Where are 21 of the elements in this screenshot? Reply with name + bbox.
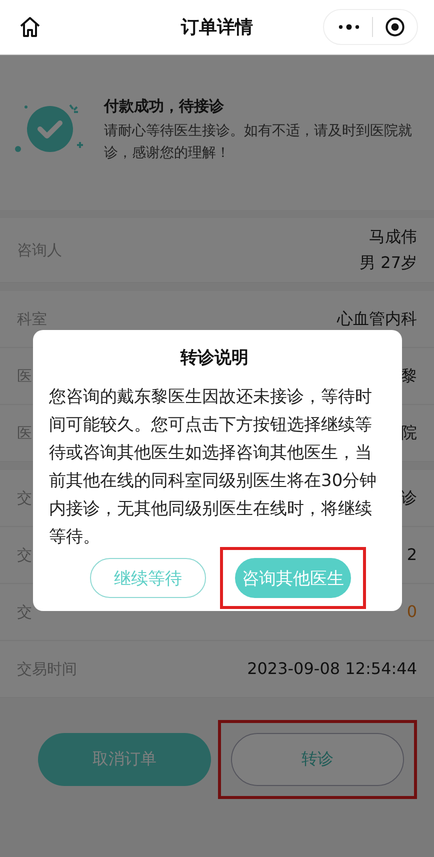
status-title: 付款成功，待接诊 — [104, 97, 225, 116]
keep-waiting-button[interactable]: 继续等待 — [90, 558, 206, 598]
row-value: 院 — [401, 422, 417, 444]
page-title: 订单详情 — [181, 16, 253, 39]
dialog-title: 转诊说明 — [179, 347, 250, 369]
row-value: 黎 — [401, 365, 417, 387]
row-value: 诊 — [401, 487, 417, 509]
transfer-button[interactable]: 转诊 — [231, 733, 404, 786]
dialog-message: 您咨询的戴东黎医生因故还未接诊，等待时间可能较久。您可点击下方按钮选择继续等待或咨询其他医生如选择咨询其他医生，当前其他在线的同科室同级别医生将在30分钟内接诊，无其他同级别医生在线时，将继续等待。 — [49, 386, 378, 549]
target-icon[interactable] — [385, 17, 405, 37]
more-icon[interactable] — [338, 23, 360, 31]
row-value: 0 — [406, 601, 417, 623]
row-value: 心血管内科 — [337, 308, 417, 330]
status-message: 请耐心等待医生接诊。如有不适，请及时到医院就诊，感谢您的理解！ — [104, 122, 412, 163]
home-icon[interactable] — [18, 15, 42, 39]
row-value: 马成伟 — [369, 226, 417, 248]
row-value: 2 — [406, 544, 417, 566]
cancel-order-button[interactable]: 取消订单 — [38, 733, 211, 786]
row-value: 2023-09-08 12:54:44 — [247, 658, 417, 680]
consult-other-button[interactable]: 咨询其他医生 — [235, 558, 351, 598]
row-value: 男 27岁 — [360, 252, 417, 274]
